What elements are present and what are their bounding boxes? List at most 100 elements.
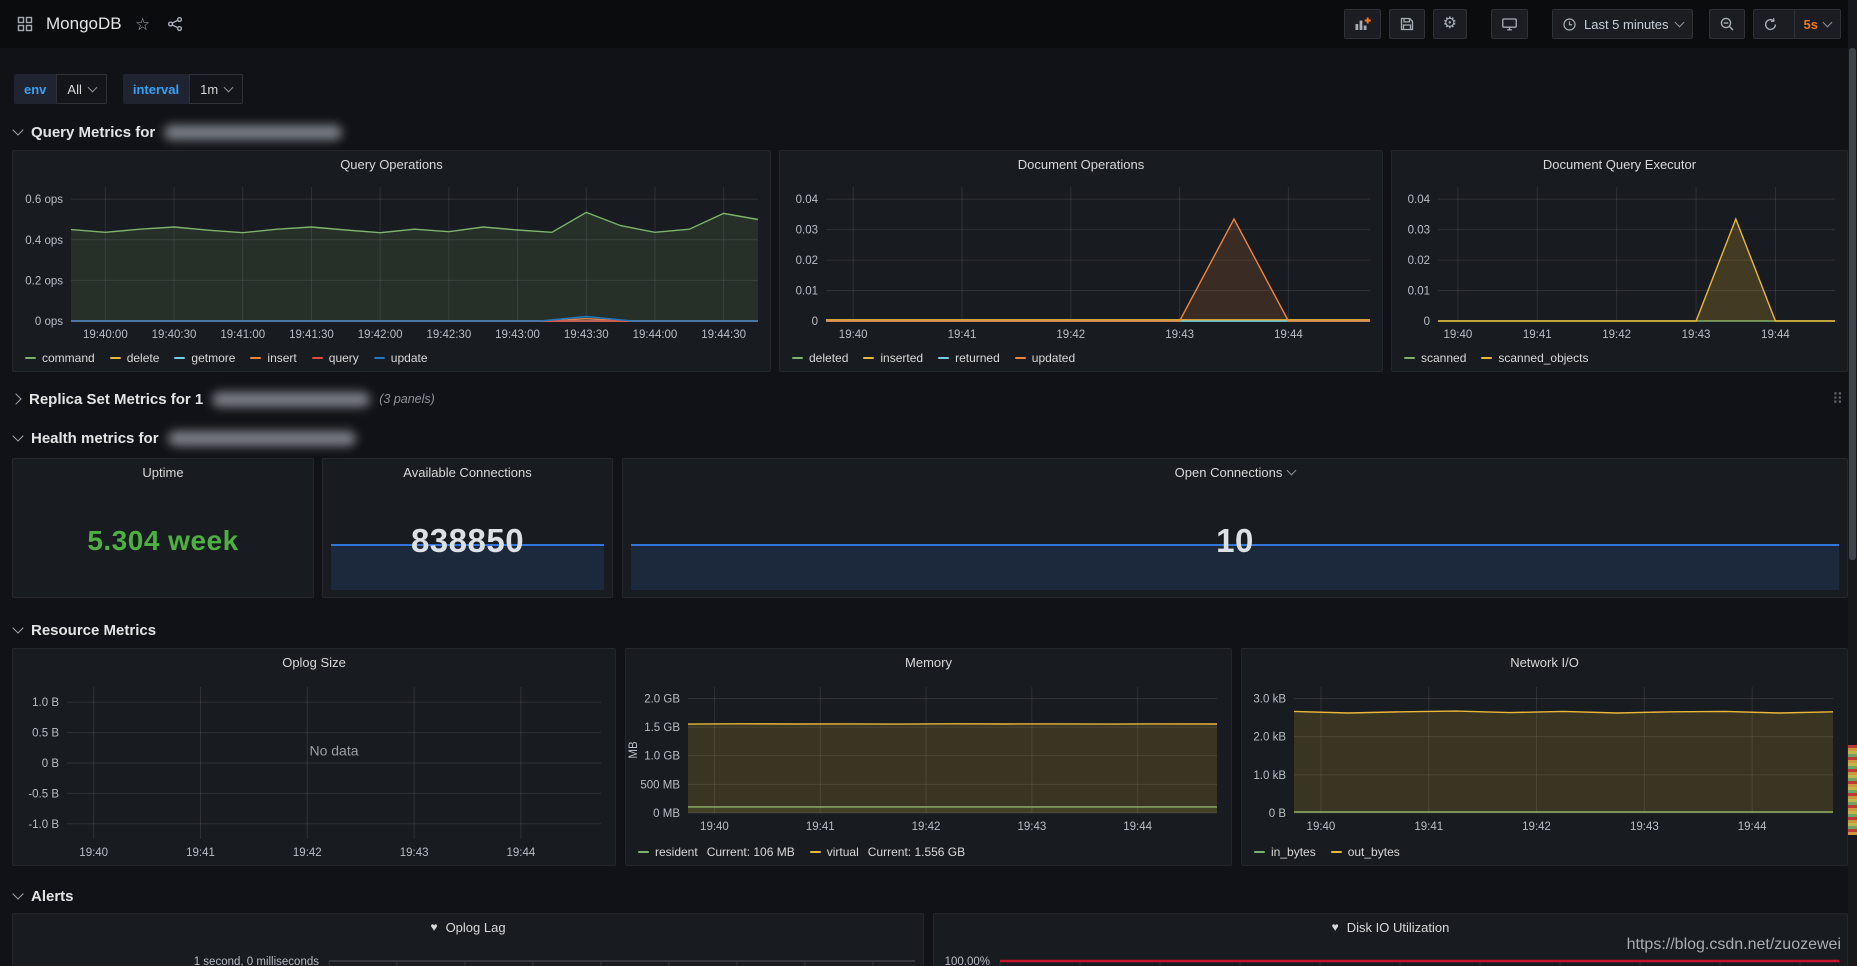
panel-title[interactable]: Open Connections — [623, 459, 1847, 485]
variable-env[interactable]: env All — [14, 74, 107, 104]
panel-title[interactable]: Oplog Size — [13, 649, 615, 675]
y-axis-tick-label: 3.0 kB — [1253, 693, 1286, 705]
y-axis-tick-label: 0.04 — [1408, 194, 1431, 206]
panel-title-text: Oplog Lag — [446, 920, 506, 935]
stat-body: 5.304 week — [13, 485, 313, 597]
panel-title[interactable]: Memory — [626, 649, 1231, 675]
legend-item-virtual[interactable]: virtualCurrent: 1.556 GB — [810, 845, 965, 859]
panel-title-text: Query Operations — [340, 157, 443, 172]
chart-area: 00.010.020.030.0419:4019:4119:4219:4319:… — [1392, 177, 1847, 345]
legend-item-scanned_objects[interactable]: scanned_objects — [1481, 351, 1588, 365]
x-axis-tick-label: 19:40:00 — [83, 329, 128, 341]
document-query-executor-chart[interactable]: 00.010.020.030.0419:4019:4119:4219:4319:… — [1392, 177, 1847, 345]
section-replica-set-metrics[interactable]: Replica Set Metrics for 1 (3 panels) — [14, 386, 435, 412]
save-dashboard-button[interactable] — [1389, 9, 1425, 39]
x-axis-tick-label: 19:42 — [293, 847, 322, 859]
legend-item-scanned[interactable]: scanned — [1404, 351, 1466, 365]
x-axis-tick-label: 19:42 — [1056, 329, 1085, 341]
legend-label: scanned — [1421, 351, 1466, 365]
panel-title[interactable]: Network I/O — [1242, 649, 1847, 675]
legend-item-in_bytes[interactable]: in_bytes — [1254, 845, 1316, 859]
legend-label: updated — [1032, 351, 1075, 365]
section-health-metrics[interactable]: Health metrics for — [14, 425, 356, 451]
x-axis-tick-label: 19:41 — [806, 821, 835, 833]
y-axis-tick-label: 1.0 kB — [1253, 770, 1286, 782]
x-axis-tick-label: 19:42 — [912, 821, 941, 833]
x-axis-tick-label: 19:40 — [700, 821, 729, 833]
oplog-size-chart[interactable]: -1.0 B-0.5 B0 B0.5 B1.0 B19:4019:4119:42… — [13, 675, 615, 865]
chart-legend: residentCurrent: 106 MB virtualCurrent: 1… — [626, 839, 1231, 865]
chart-area: 00.010.020.030.0419:4019:4119:4219:4319:… — [780, 177, 1382, 345]
legend-swatch — [1481, 357, 1492, 359]
section-title: Replica Set Metrics for 1 — [29, 391, 203, 408]
legend-item-out_bytes[interactable]: out_bytes — [1331, 845, 1400, 859]
legend-item-deleted[interactable]: deleted — [792, 351, 848, 365]
star-icon[interactable]: ☆ — [132, 13, 154, 35]
document-operations-chart[interactable]: 00.010.020.030.0419:4019:4119:4219:4319:… — [780, 177, 1382, 345]
panel-title[interactable]: Document Operations — [780, 151, 1382, 177]
legend-item-update[interactable]: update — [374, 351, 428, 365]
x-axis-tick-label: 19:42:00 — [358, 329, 403, 341]
panel-title-text: Available Connections — [403, 465, 531, 480]
legend-label: deleted — [809, 351, 848, 365]
legend-swatch — [638, 851, 649, 853]
variable-env-value[interactable]: All — [56, 74, 106, 104]
memory-chart[interactable]: 0 MB500 MB1.0 GB1.5 GB2.0 GB19:4019:4119… — [626, 675, 1231, 839]
refresh-interval-button[interactable]: 5s — [1794, 10, 1840, 38]
y-axis-tick-label: 0 MB — [653, 808, 680, 820]
legend-item-inserted[interactable]: inserted — [863, 351, 923, 365]
x-axis-tick-label: 19:44 — [1738, 821, 1767, 833]
legend-label: in_bytes — [1271, 845, 1316, 859]
dashboard-title[interactable]: MongoDB — [46, 14, 122, 34]
refresh-interval-label: 5s — [1804, 17, 1818, 32]
query-operations-chart[interactable]: 0 ops0.2 ops0.4 ops0.6 ops19:40:0019:40:… — [13, 177, 770, 345]
panel-title-text: Document Query Executor — [1543, 157, 1696, 172]
scrollbar[interactable] — [1848, 0, 1857, 966]
gear-icon: ⚙ — [1443, 16, 1457, 32]
variable-interval-value[interactable]: 1m — [189, 74, 243, 104]
variable-interval-selected: 1m — [200, 82, 218, 97]
panel-title[interactable]: Uptime — [13, 459, 313, 485]
section-resource-metrics[interactable]: Resource Metrics — [14, 617, 156, 643]
time-range-picker[interactable]: Last 5 minutes — [1552, 9, 1693, 39]
dashboard-settings-button[interactable]: ⚙ — [1433, 9, 1467, 39]
x-axis-tick-label: 19:44 — [1761, 329, 1790, 341]
panel-title-text: Uptime — [142, 465, 183, 480]
share-icon[interactable] — [164, 13, 186, 35]
panel-oplog-size: Oplog Size -1.0 B-0.5 B0 B0.5 B1.0 B19:4… — [12, 648, 616, 866]
legend-item-query[interactable]: query — [312, 351, 359, 365]
legend-item-updated[interactable]: updated — [1015, 351, 1075, 365]
row-drag-handle[interactable]: ⠿ — [1832, 390, 1843, 408]
redacted-host — [212, 392, 370, 407]
zoom-out-button[interactable] — [1709, 9, 1745, 39]
section-query-metrics[interactable]: Query Metrics for — [14, 119, 342, 145]
panel-title[interactable]: Document Query Executor — [1392, 151, 1847, 177]
y-axis-tick-label: 0.02 — [796, 255, 818, 267]
variable-interval[interactable]: interval 1m — [123, 74, 243, 104]
panel-menu-caret-icon[interactable] — [1287, 466, 1297, 476]
panel-open-connections: Open Connections 10 — [622, 458, 1848, 598]
legend-item-getmore[interactable]: getmore — [174, 351, 235, 365]
add-panel-button[interactable] — [1344, 9, 1381, 39]
panel-title[interactable]: ♥ Oplog Lag — [13, 914, 923, 940]
legend-item-delete[interactable]: delete — [110, 351, 160, 365]
panel-title-text: Memory — [905, 655, 952, 670]
legend-swatch — [863, 357, 874, 359]
legend-item-returned[interactable]: returned — [938, 351, 1000, 365]
section-alerts[interactable]: Alerts — [14, 883, 74, 909]
refresh-button[interactable] — [1754, 10, 1787, 38]
panel-title[interactable]: Available Connections — [323, 459, 612, 485]
legend-item-insert[interactable]: insert — [250, 351, 296, 365]
apps-grid-icon[interactable] — [14, 13, 36, 35]
x-axis-tick-label: 19:43:00 — [495, 329, 540, 341]
redacted-host — [168, 431, 356, 446]
legend-item-resident[interactable]: residentCurrent: 106 MB — [638, 845, 795, 859]
panel-title[interactable]: Query Operations — [13, 151, 770, 177]
legend-swatch — [1015, 357, 1026, 359]
legend-item-command[interactable]: command — [25, 351, 95, 365]
scrollbar-thumb[interactable] — [1849, 48, 1856, 560]
cycle-view-mode-button[interactable] — [1491, 9, 1528, 39]
oplog-lag-chart[interactable]: 1 second, 0 milliseconds — [13, 940, 923, 966]
network-io-chart[interactable]: 0 B1.0 kB2.0 kB3.0 kB19:4019:4119:4219:4… — [1242, 675, 1847, 839]
y-axis-tick-label: 0 — [812, 316, 818, 328]
